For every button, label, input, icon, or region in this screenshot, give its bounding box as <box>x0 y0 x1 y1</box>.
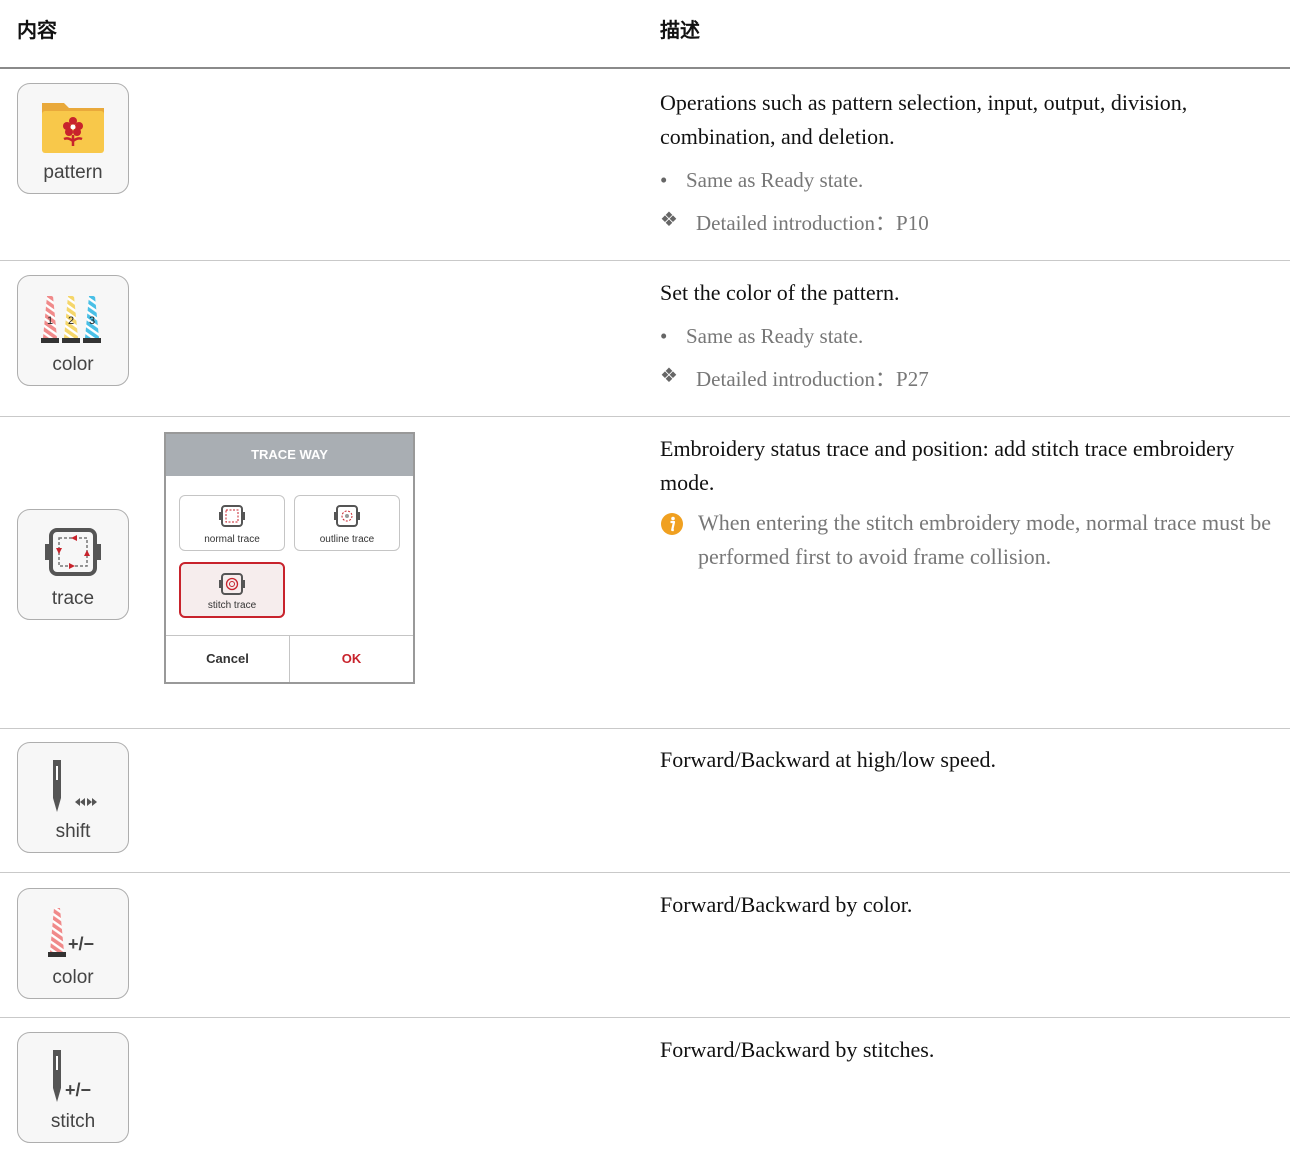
needle-plus-minus-icon: +/− <box>18 1045 128 1105</box>
spool-number: 2 <box>68 315 74 327</box>
color-step-description: Forward/Backward by color. <box>660 888 1280 922</box>
shift-button[interactable]: shift <box>17 742 129 853</box>
normal-trace-option[interactable]: normal trace <box>179 495 285 551</box>
row-divider <box>0 728 1290 729</box>
diamond-bullet-icon: ❖ <box>660 209 678 231</box>
bullet-dot-icon: • <box>660 168 668 192</box>
color-plus-minus-button[interactable]: +/− color <box>17 888 129 999</box>
column-header-content: 内容 <box>17 18 57 42</box>
needle-shift-icon <box>18 755 128 815</box>
frame-trace-icon <box>18 522 128 582</box>
color-button[interactable]: 1 2 3 color <box>17 275 129 386</box>
plus-minus-glyph: +/− <box>68 934 94 954</box>
description-text: Forward/Backward at high/low speed. <box>660 747 997 772</box>
description-text: Operations such as pattern selection, in… <box>660 90 1188 149</box>
header-divider <box>0 67 1290 69</box>
normal-trace-icon <box>180 505 284 527</box>
color-description: Set the color of the pattern. • Same as R… <box>660 276 1280 393</box>
description-text: Embroidery status trace and position: ad… <box>660 436 1235 495</box>
spool-number: 1 <box>47 315 53 327</box>
row-divider <box>0 1017 1290 1018</box>
note-text: When entering the stitch embroidery mode… <box>698 510 1272 569</box>
option-label: outline trace <box>319 534 375 545</box>
dialog-title: TRACE WAY <box>166 434 413 476</box>
color-plus-minus-button-label: color <box>52 967 94 988</box>
row-divider <box>0 872 1290 873</box>
trace-way-dialog: TRACE WAY normal trace outline trace sti… <box>164 432 415 684</box>
spool-number: 3 <box>89 315 95 327</box>
shift-description: Forward/Backward at high/low speed. <box>660 743 1280 777</box>
bullet-text: Same as Ready state. <box>686 324 864 348</box>
bullet-dot-icon: • <box>660 324 668 348</box>
ok-button[interactable]: OK <box>290 636 413 682</box>
shift-button-label: shift <box>55 821 91 842</box>
pattern-button-label: pattern <box>43 162 103 183</box>
dialog-footer: Cancel OK <box>166 635 413 682</box>
trace-button[interactable]: trace <box>17 509 129 620</box>
row-divider <box>0 416 1290 417</box>
spool-plus-minus-icon: +/− <box>18 901 128 961</box>
description-text: Forward/Backward by color. <box>660 892 913 917</box>
trace-description: Embroidery status trace and position: ad… <box>660 432 1280 574</box>
outline-trace-icon <box>295 505 399 527</box>
bullet-text: Same as Ready state. <box>686 168 864 192</box>
reference-text: Detailed introduction：P10 <box>696 211 929 235</box>
pattern-button[interactable]: pattern <box>17 83 129 194</box>
stitch-button[interactable]: +/− stitch <box>17 1032 129 1143</box>
reference-text: Detailed introduction：P27 <box>696 367 929 391</box>
pattern-description: Operations such as pattern selection, in… <box>660 86 1280 237</box>
stitch-description: Forward/Backward by stitches. <box>660 1033 1280 1067</box>
column-header-description: 描述 <box>660 18 700 42</box>
cancel-button[interactable]: Cancel <box>166 636 290 682</box>
stitch-button-label: stitch <box>50 1111 96 1132</box>
outline-trace-option[interactable]: outline trace <box>294 495 400 551</box>
info-icon <box>660 506 698 546</box>
trace-button-label: trace <box>51 588 95 609</box>
description-text: Forward/Backward by stitches. <box>660 1037 935 1062</box>
option-label: stitch trace <box>207 600 257 611</box>
plus-minus-glyph: +/− <box>65 1080 91 1100</box>
thread-spools-icon: 1 2 3 <box>18 288 128 348</box>
color-button-label: color <box>52 354 94 375</box>
diamond-bullet-icon: ❖ <box>660 365 678 387</box>
row-divider <box>0 260 1290 261</box>
stitch-trace-icon <box>181 573 283 595</box>
option-label: normal trace <box>204 534 260 545</box>
description-text: Set the color of the pattern. <box>660 280 900 305</box>
pattern-folder-icon <box>18 96 128 156</box>
stitch-trace-option[interactable]: stitch trace <box>179 562 285 618</box>
